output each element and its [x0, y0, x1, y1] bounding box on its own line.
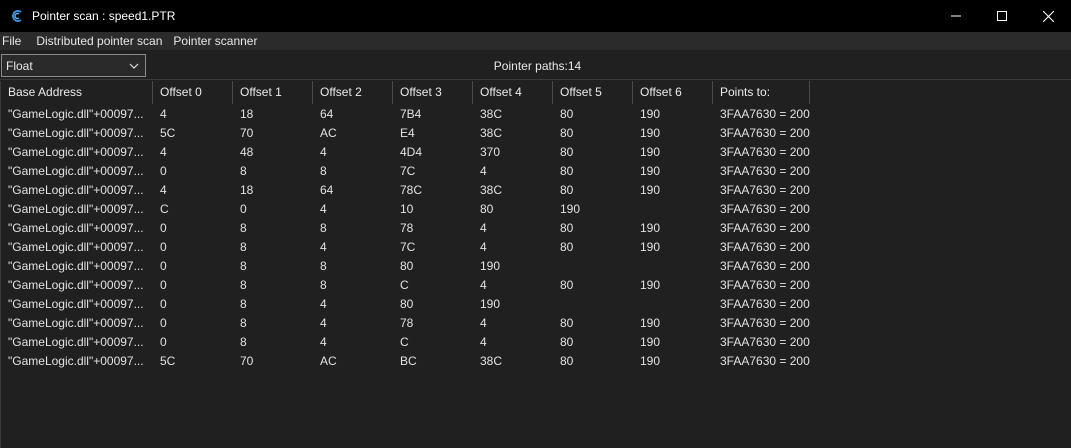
- title-bar: Pointer scan : speed1.PTR: [0, 0, 1071, 32]
- pointer-paths-count: Pointer paths:14: [493, 59, 582, 73]
- table-row[interactable]: "GameLogic.dll"+00097... 0 8 4 C 4 80 190 3FAA76…: [1, 333, 810, 352]
- table-row[interactable]: "GameLogic.dll"+00097... 4 18 64 7B4 38C 80 190…: [1, 105, 810, 124]
- value-type-dropdown[interactable]: Float: [1, 54, 146, 77]
- table-row[interactable]: "GameLogic.dll"+00097... 0 8 4 78 4 80 190 3FAA7…: [1, 314, 810, 333]
- value-type-selected: Float: [6, 58, 33, 73]
- column-offset-2[interactable]: Offset 2: [313, 81, 393, 104]
- table-row[interactable]: "GameLogic.dll"+00097... 0 8 8 C 4 80 190 3FAA76…: [1, 276, 810, 295]
- column-base-address[interactable]: Base Address: [1, 81, 153, 104]
- table-row[interactable]: "GameLogic.dll"+00097... 0 8 8 78 4 80 190 3FAA7…: [1, 219, 810, 238]
- cheat-engine-icon[interactable]: [10, 9, 24, 23]
- table-row[interactable]: "GameLogic.dll"+00097... 4 48 4 4D4 370 80 190 3…: [1, 143, 810, 162]
- close-icon: [1042, 10, 1054, 22]
- close-button[interactable]: [1025, 0, 1071, 32]
- table-row[interactable]: "GameLogic.dll"+00097... 0 8 4 80 190 3FAA7630…: [1, 295, 810, 314]
- menu-pointer-scanner[interactable]: Pointer scanner: [171, 32, 264, 50]
- column-offset-5[interactable]: Offset 5: [553, 81, 633, 104]
- menu-distributed-pointer-scan[interactable]: Distributed pointer scan: [34, 32, 169, 50]
- menu-bar: File Distributed pointer scan Pointer sc…: [0, 32, 1071, 50]
- column-offset-1[interactable]: Offset 1: [233, 81, 313, 104]
- table-row[interactable]: "GameLogic.dll"+00097... 5C 70 AC BC 38C 80 190…: [1, 352, 810, 371]
- table-row[interactable]: "GameLogic.dll"+00097... 0 8 8 80 190 3FAA7630…: [1, 257, 810, 276]
- column-points-to[interactable]: Points to:: [713, 81, 810, 104]
- table-row[interactable]: "GameLogic.dll"+00097... C 0 4 10 80 190 3FAA76…: [1, 200, 810, 219]
- column-offset-6[interactable]: Offset 6: [633, 81, 713, 104]
- column-offset-0[interactable]: Offset 0: [153, 81, 233, 104]
- toolbar: Float Pointer paths:14: [0, 50, 1071, 80]
- menu-file[interactable]: File: [0, 32, 28, 50]
- table-row[interactable]: "GameLogic.dll"+00097... 4 18 64 78C 38C 80 190…: [1, 181, 810, 200]
- column-offset-3[interactable]: Offset 3: [393, 81, 473, 104]
- maximize-icon: [997, 11, 1007, 21]
- window-title: Pointer scan : speed1.PTR: [32, 9, 176, 23]
- column-offset-4[interactable]: Offset 4: [473, 81, 553, 104]
- table-row[interactable]: "GameLogic.dll"+00097... 5C 70 AC E4 38C 80 190…: [1, 124, 810, 143]
- chevron-down-icon: [129, 63, 139, 69]
- table-row[interactable]: "GameLogic.dll"+00097... 0 8 4 7C 4 80 190 3FAA7…: [1, 238, 810, 257]
- window-controls: [933, 0, 1071, 32]
- minimize-button[interactable]: [933, 0, 979, 32]
- minimize-icon: [951, 15, 961, 17]
- results-list[interactable]: "GameLogic.dll"+00097... 4 18 64 7B4 38C 80 190…: [1, 105, 810, 371]
- maximize-button[interactable]: [979, 0, 1025, 32]
- results-header: Base Address Offset 0 Offset 1 Offset 2 …: [1, 81, 810, 104]
- table-row[interactable]: "GameLogic.dll"+00097... 0 8 8 7C 4 80 190 3FAA7…: [1, 162, 810, 181]
